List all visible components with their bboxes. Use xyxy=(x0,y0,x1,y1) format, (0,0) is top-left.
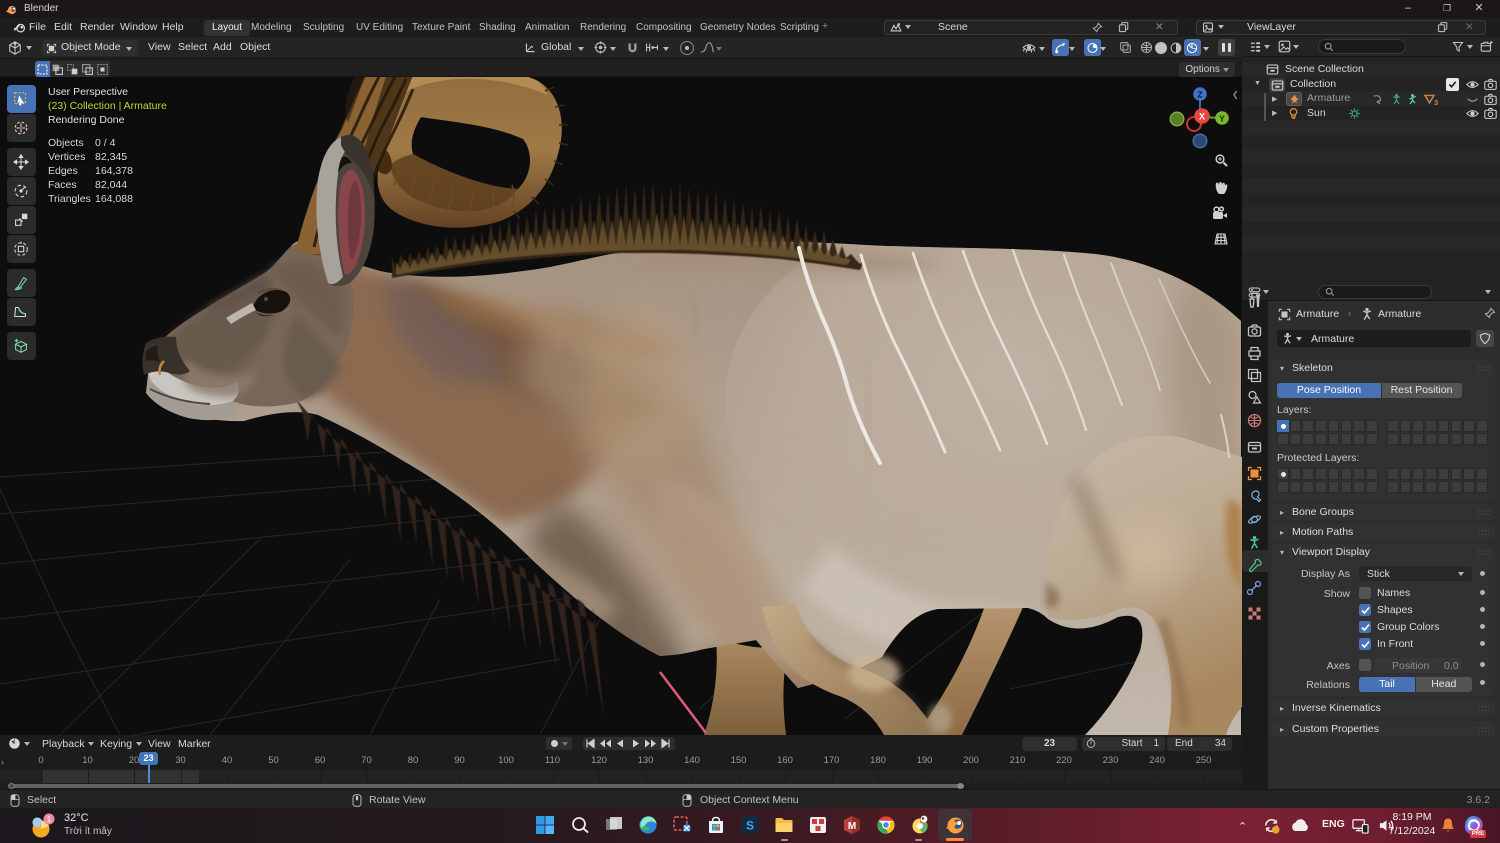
svg-text:1: 1 xyxy=(47,815,52,824)
svg-text:X: X xyxy=(1199,112,1205,122)
svg-text:S: S xyxy=(746,819,754,833)
svg-text:Y: Y xyxy=(1219,114,1225,124)
svg-text:Z: Z xyxy=(1197,90,1202,100)
svg-text:M: M xyxy=(848,821,856,832)
